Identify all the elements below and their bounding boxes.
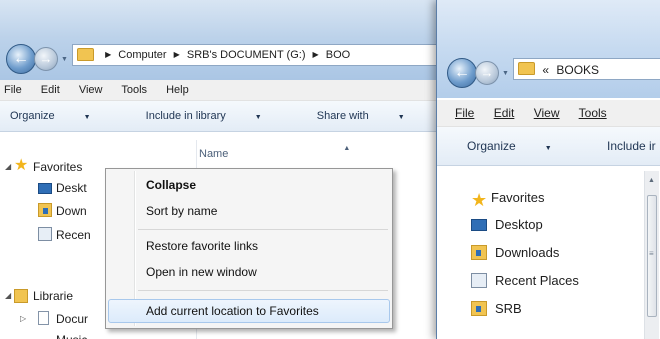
star-icon: ★	[471, 190, 488, 210]
documents-icon	[38, 311, 49, 325]
nav-libraries[interactable]: Librarie	[33, 287, 73, 305]
menu-item-add-current-location-to-favorites[interactable]: Add current location to Favorites	[108, 299, 390, 323]
desktop-icon	[38, 183, 52, 194]
menu-view[interactable]: View	[79, 84, 103, 96]
column-header-name[interactable]: Name ▲	[199, 145, 350, 160]
star-icon: ★	[14, 157, 29, 174]
menu-item-sort-by-name[interactable]: Sort by name	[108, 199, 390, 223]
nav-favorites[interactable]: Favorites	[491, 189, 544, 207]
libraries-icon	[14, 289, 28, 303]
share-with-button[interactable]: Share with ▼	[317, 110, 431, 122]
nav-downloads[interactable]: Down	[56, 202, 87, 220]
navigation-pane: ★ Favorites Desktop Downloads Recent Pla…	[437, 166, 660, 339]
nav-pane-scrollbar[interactable]: ▲ ≡	[644, 171, 659, 339]
recent-places-icon	[471, 273, 487, 288]
address-segment-computer[interactable]: Computer	[118, 49, 166, 61]
address-segment-books[interactable]: BOOKS	[556, 63, 599, 77]
explorer-window-front: ← → ▼ « BOOKS File Edit View Tools Organ…	[436, 0, 660, 339]
menu-file[interactable]: File	[4, 84, 22, 96]
address-overflow[interactable]: «	[542, 63, 549, 77]
address-segment-books[interactable]: BOO	[326, 49, 350, 61]
nav-downloads[interactable]: Downloads	[495, 244, 559, 262]
scroll-up-icon[interactable]: ▲	[648, 177, 655, 184]
nav-favorites[interactable]: Favorites	[33, 158, 82, 176]
folder-icon	[77, 47, 94, 61]
title-bar: ← → ▼ ▶ Computer ▶ SRB's DOCUMENT (G:) ▶…	[0, 0, 460, 84]
downloads-icon	[471, 245, 487, 260]
nav-music[interactable]: Music	[56, 331, 87, 339]
menu-item-collapse[interactable]: Collapse	[108, 173, 390, 197]
menu-view[interactable]: View	[534, 106, 560, 120]
menu-tools[interactable]: Tools	[121, 84, 147, 96]
menu-help[interactable]: Help	[166, 84, 189, 96]
back-icon: ←	[454, 64, 470, 81]
downloads-icon	[38, 203, 52, 217]
forward-icon: →	[480, 65, 494, 80]
include-in-library-button[interactable]: Include ir	[607, 139, 656, 153]
menu-item-restore-favorite-links[interactable]: Restore favorite links	[108, 234, 390, 258]
back-button[interactable]: ←	[447, 58, 477, 88]
recent-places-icon	[38, 227, 52, 241]
menu-bar: File Edit View Tools	[437, 100, 660, 127]
address-bar[interactable]: ▶ Computer ▶ SRB's DOCUMENT (G:) ▶ BOO	[72, 44, 460, 66]
folder-icon	[471, 301, 487, 316]
menu-item-open-in-new-window[interactable]: Open in new window	[108, 260, 390, 284]
nav-desktop[interactable]: Desktop	[495, 216, 543, 234]
menu-bar: File Edit View Tools Help	[0, 80, 460, 101]
nav-srb[interactable]: SRB	[495, 300, 522, 318]
organize-button[interactable]: Organize ▼	[467, 139, 578, 153]
command-bar: Organize ▼ Include ir	[437, 127, 660, 166]
menu-tools[interactable]: Tools	[579, 106, 607, 120]
nav-documents[interactable]: Docur	[56, 310, 88, 328]
menu-separator	[138, 290, 388, 291]
nav-desktop[interactable]: Deskt	[56, 179, 87, 197]
menu-file[interactable]: File	[455, 106, 474, 120]
context-menu: Collapse Sort by name Restore favorite l…	[105, 168, 393, 329]
forward-button[interactable]: →	[475, 61, 499, 85]
title-bar: ← → ▼ « BOOKS	[437, 0, 660, 98]
recent-pages-dropdown[interactable]: ▼	[61, 56, 68, 63]
address-segment-drive[interactable]: SRB's DOCUMENT (G:)	[187, 49, 306, 61]
include-in-library-button[interactable]: Include in library ▼	[146, 110, 288, 122]
address-bar[interactable]: « BOOKS	[513, 58, 660, 80]
command-bar: Organize ▼ Include in library ▼ Share with…	[0, 101, 460, 132]
back-button[interactable]: ←	[6, 44, 36, 74]
nav-recent-places[interactable]: Recent Places	[495, 272, 579, 290]
organize-button[interactable]: Organize ▼	[10, 110, 117, 122]
forward-button[interactable]: →	[34, 47, 58, 71]
back-icon: ←	[13, 50, 29, 67]
folder-icon	[518, 62, 535, 76]
recent-pages-dropdown[interactable]: ▼	[502, 70, 509, 77]
explorer-window-back: ← → ▼ ▶ Computer ▶ SRB's DOCUMENT (G:) ▶…	[0, 0, 460, 339]
menu-edit[interactable]: Edit	[494, 106, 515, 120]
menu-separator	[138, 229, 388, 230]
menu-edit[interactable]: Edit	[41, 84, 60, 96]
desktop-icon	[471, 219, 487, 231]
forward-icon: →	[39, 51, 53, 66]
nav-recent-places[interactable]: Recen	[56, 226, 91, 244]
